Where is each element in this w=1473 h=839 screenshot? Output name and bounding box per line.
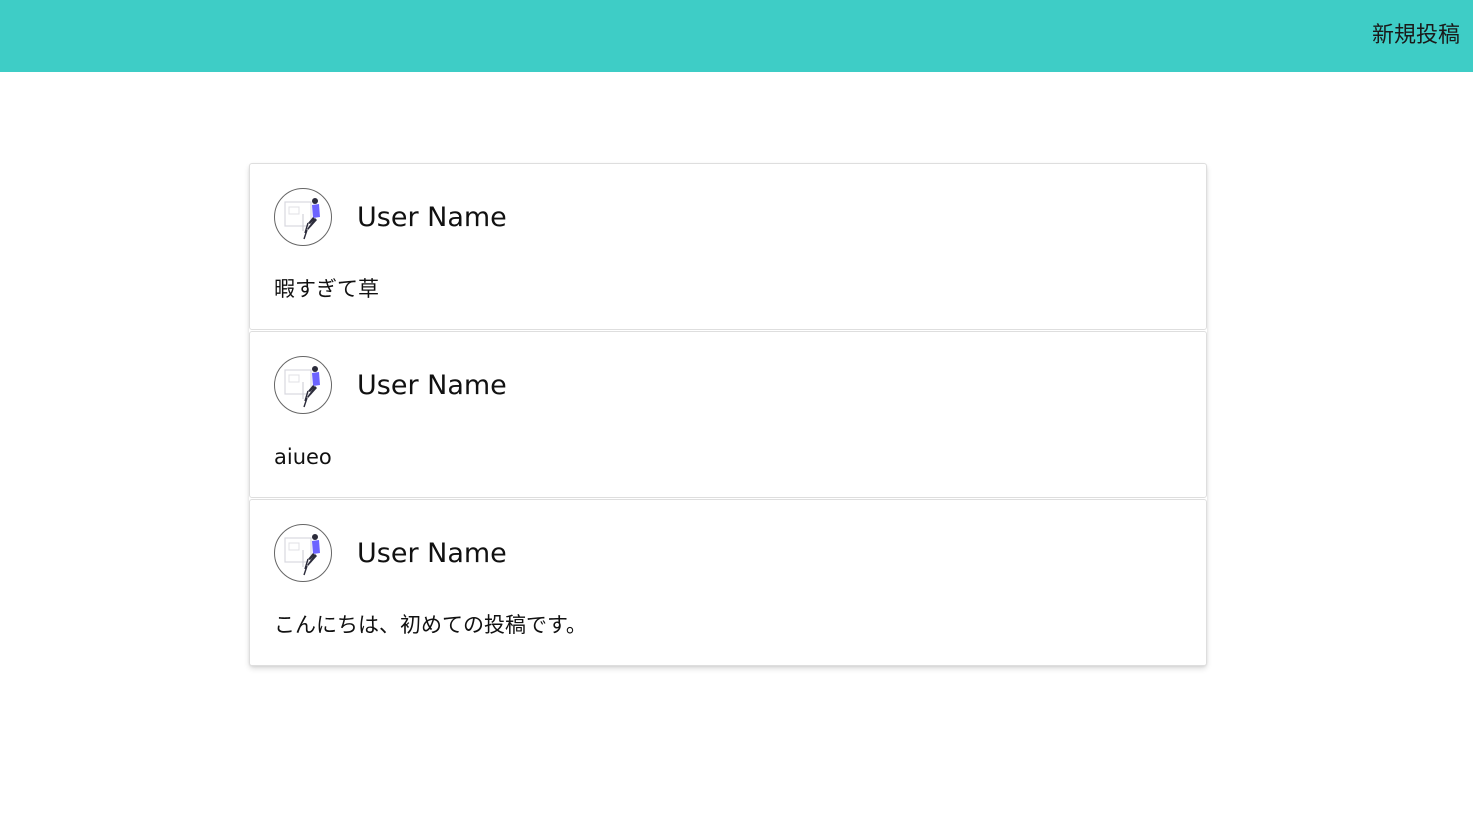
avatar[interactable] [274,188,332,246]
top-bar: 新規投稿 [0,0,1473,72]
new-post-link[interactable]: 新規投稿 [1372,20,1460,52]
person-illustration-icon [284,198,320,240]
post-card: User Name こんにちは、初めての投稿です。 [249,499,1207,666]
post-text: こんにちは、初めての投稿です。 [274,613,587,637]
user-name: User Name [357,202,507,233]
avatar[interactable] [274,356,332,414]
post-card: User Name 暇すぎて草 [249,163,1207,330]
user-name: User Name [357,370,507,401]
person-illustration-icon [284,366,320,408]
avatar[interactable] [274,524,332,582]
post-text: aiueo [274,445,332,469]
person-illustration-icon [284,534,320,576]
user-name: User Name [357,538,507,569]
post-card: User Name aiueo [249,331,1207,498]
post-text: 暇すぎて草 [274,277,379,301]
post-feed: User Name 暇すぎて草 User Name aiueo User Nam… [249,163,1207,666]
